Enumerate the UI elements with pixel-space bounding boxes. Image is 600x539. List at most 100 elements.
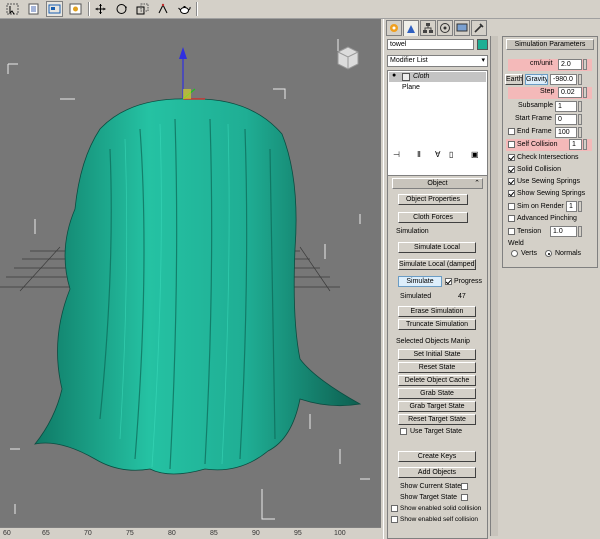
gravity-input[interactable]: -980.0 [550,74,577,85]
ruler-label: 75 [126,530,134,537]
self-collision-spinner[interactable] [583,139,587,150]
cm-unit-input[interactable]: 2.0 [558,59,582,70]
end-frame-checkbox[interactable] [508,128,515,135]
snap-icon[interactable] [155,1,172,17]
pin-stack-icon[interactable]: ⊣ [393,150,400,159]
ruler-label: 95 [294,530,302,537]
window-crossing-icon[interactable] [67,1,84,17]
step-label: Step [540,88,555,95]
perspective-viewport[interactable] [0,19,381,527]
tension-spinner[interactable] [578,226,582,237]
stack-item-plane[interactable]: Plane [389,83,486,93]
show-target-state-checkbox[interactable] [461,494,468,501]
object-properties-button[interactable]: Object Properties [398,194,468,205]
verts-radio[interactable] [511,250,518,257]
region-icon[interactable] [46,1,63,17]
erase-simulation-button[interactable]: Erase Simulation [398,306,476,317]
cloth-forces-button[interactable]: Cloth Forces [398,212,468,223]
check-intersections-checkbox[interactable] [508,154,515,161]
bulb-icon[interactable]: ● [392,72,396,79]
step-spinner[interactable] [583,87,587,98]
object-rollout: Object ⌃ Object Properties Cloth Forces … [387,175,488,539]
reset-target-state-button[interactable]: Reset Target State [398,414,476,425]
subsample-label: Subsample [518,102,554,109]
use-sewing-springs-checkbox[interactable] [508,178,515,185]
advanced-pinching-checkbox[interactable] [508,215,515,222]
reset-state-button[interactable]: Reset State [398,362,476,373]
ruler-label: 90 [252,530,260,537]
end-frame-spinner[interactable] [578,127,582,138]
start-frame-input[interactable]: 0 [555,114,577,125]
command-panel-scrollbar[interactable] [490,36,498,536]
subsample-input[interactable]: 1 [555,101,577,112]
utilities-tab-icon[interactable] [471,20,487,36]
start-frame-label: Start Frame [515,115,552,122]
object-rollout-header[interactable]: Object ⌃ [392,178,483,189]
tension-input[interactable]: 1.0 [550,226,577,237]
sim-on-render-label: Sim on Render [517,203,564,210]
self-collision-input[interactable]: 1 [569,139,582,150]
viewport-scene [0,39,370,520]
create-tab-icon[interactable] [386,20,402,36]
show-solid-collision-checkbox[interactable] [391,505,398,512]
sim-on-render-checkbox[interactable] [508,203,515,210]
sim-on-render-input[interactable]: 1 [566,201,577,212]
motion-tab-icon[interactable] [437,20,453,36]
time-ruler[interactable]: 60 65 70 75 80 85 90 95 100 [0,527,381,539]
grab-state-button[interactable]: Grab State [398,388,476,399]
create-keys-button[interactable]: Create Keys [398,451,476,462]
subsample-spinner[interactable] [578,101,582,112]
gravity-button[interactable]: Gravity [525,74,548,85]
teapot-icon[interactable] [176,1,193,17]
simulated-frames-value: 47 [458,293,466,300]
show-current-state-label: Show Current State [400,483,462,490]
show-sewing-springs-checkbox[interactable] [508,190,515,197]
tension-checkbox[interactable] [508,228,515,235]
stack-item-cloth[interactable]: ● Cloth [389,72,486,82]
simulate-local-damped-button[interactable]: Simulate Local (damped) [398,259,476,270]
make-unique-icon[interactable]: ∀ [435,150,440,159]
sim-params-header[interactable]: Simulation Parameters [506,39,594,50]
hierarchy-tab-icon[interactable] [420,20,436,36]
simulate-local-button[interactable]: Simulate Local [398,242,476,253]
step-input[interactable]: 0.02 [558,87,582,98]
add-objects-button[interactable]: Add Objects [398,467,476,478]
normals-radio[interactable] [545,250,552,257]
select-by-name-icon[interactable] [25,1,42,17]
object-color-swatch[interactable] [477,39,488,50]
remove-modifier-icon[interactable]: ▯ [449,150,453,159]
use-target-state-checkbox[interactable] [400,428,407,435]
expand-icon[interactable] [402,73,410,81]
earth-button[interactable]: Earth [505,74,523,85]
show-self-collision-checkbox[interactable] [391,516,398,523]
set-initial-state-button[interactable]: Set Initial State [398,349,476,360]
simulate-button[interactable]: Simulate [398,276,442,287]
self-collision-checkbox[interactable] [508,141,515,148]
move-icon[interactable] [92,1,109,17]
step-row: Step 0.02 [508,87,592,99]
select-icon[interactable] [4,1,21,17]
solid-collision-checkbox[interactable] [508,166,515,173]
progress-checkbox[interactable] [445,278,452,285]
weld-label: Weld [508,240,524,247]
cloth-towel [34,98,362,475]
stack-item-label: Plane [402,84,420,91]
scale-icon[interactable] [134,1,151,17]
display-tab-icon[interactable] [454,20,470,36]
end-frame-input[interactable]: 100 [555,127,577,138]
rotate-icon[interactable] [113,1,130,17]
grab-target-state-button[interactable]: Grab Target State [398,401,476,412]
start-frame-spinner[interactable] [578,114,582,125]
cm-unit-spinner[interactable] [583,59,587,70]
ruler-label: 85 [210,530,218,537]
delete-object-cache-button[interactable]: Delete Object Cache [398,375,476,386]
modify-tab-icon[interactable] [403,20,419,36]
sim-on-render-spinner[interactable] [578,201,582,212]
gravity-spinner[interactable] [578,74,582,85]
show-current-state-checkbox[interactable] [461,483,468,490]
truncate-simulation-button[interactable]: Truncate Simulation [398,319,476,330]
configure-sets-icon[interactable]: ▣ [471,150,479,159]
show-end-result-icon[interactable]: Ⅱ [417,150,421,159]
object-name-field[interactable]: towel [387,39,474,50]
modifier-list-dropdown[interactable]: Modifier List ▾ [387,55,488,67]
